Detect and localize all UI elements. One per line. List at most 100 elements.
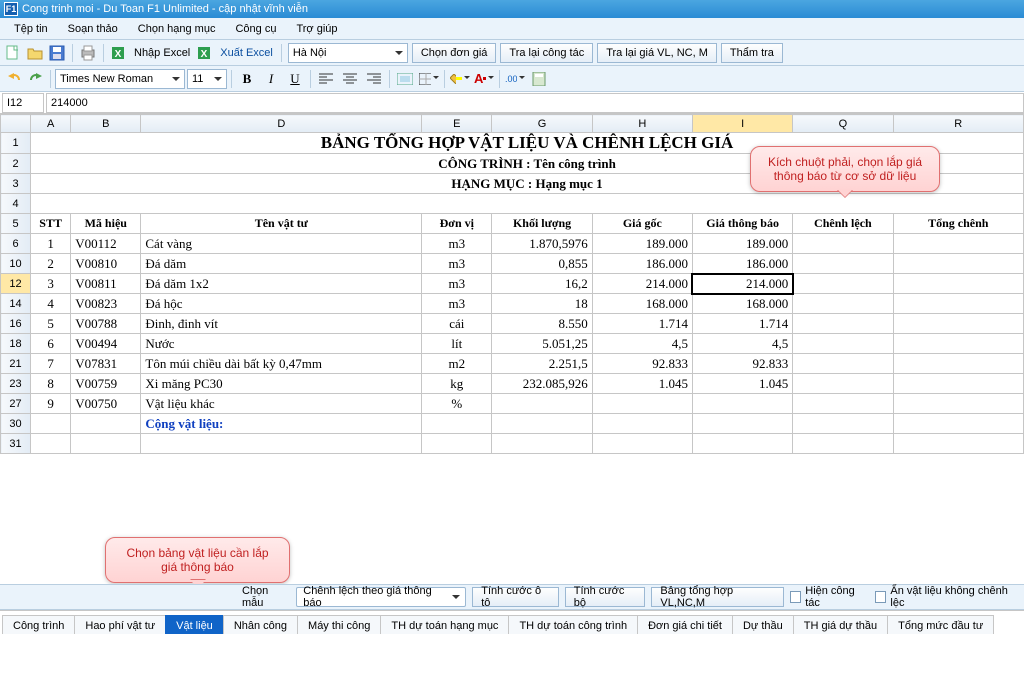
cell-diff[interactable] — [793, 374, 893, 394]
row-header[interactable]: 6 — [1, 234, 31, 254]
cell-notice-price[interactable]: 92.833 — [692, 354, 792, 374]
cell-stt[interactable]: 3 — [31, 274, 71, 294]
row-header[interactable]: 18 — [1, 334, 31, 354]
row-header[interactable]: 16 — [1, 314, 31, 334]
cell-code[interactable]: V00788 — [71, 314, 141, 334]
cell-name[interactable]: Đá dăm — [141, 254, 422, 274]
export-excel-link[interactable]: Xuất Excel — [218, 47, 275, 59]
bold-button[interactable]: B — [236, 69, 258, 89]
cell-qty[interactable]: 2.251,5 — [492, 354, 592, 374]
cell-total-diff[interactable] — [893, 334, 1023, 354]
cell-name[interactable]: Vật liệu khác — [141, 394, 422, 414]
font-color-button[interactable]: A — [473, 69, 495, 89]
cell-code[interactable]: V07831 — [71, 354, 141, 374]
cell-notice-price[interactable]: 186.000 — [692, 254, 792, 274]
row-header[interactable]: 10 — [1, 254, 31, 274]
cell-name[interactable]: Đá dăm 1x2 — [141, 274, 422, 294]
cell-unit[interactable]: lít — [422, 334, 492, 354]
choose-price-button[interactable]: Chọn đơn giá — [412, 43, 497, 63]
cell-code[interactable]: V00494 — [71, 334, 141, 354]
underline-button[interactable]: U — [284, 69, 306, 89]
menu-category[interactable]: Chọn hạng mục — [130, 21, 224, 37]
align-left-button[interactable] — [315, 69, 337, 89]
cell-orig-price[interactable]: 168.000 — [592, 294, 692, 314]
borders-button[interactable] — [418, 69, 440, 89]
cell-unit[interactable]: m3 — [422, 234, 492, 254]
cell-orig-price[interactable]: 186.000 — [592, 254, 692, 274]
col-header[interactable]: B — [71, 115, 141, 133]
col-header[interactable]: G — [492, 115, 592, 133]
sheet-tab[interactable]: Tổng mức đầu tư — [887, 615, 994, 634]
font-family-select[interactable]: Times New Roman — [55, 69, 185, 89]
cell-qty[interactable]: 0,855 — [492, 254, 592, 274]
align-center-button[interactable] — [339, 69, 361, 89]
cell-orig-price[interactable]: 92.833 — [592, 354, 692, 374]
hide-material-checkbox[interactable]: Ẩn vật liệu không chênh lệc — [875, 585, 1018, 609]
cell-diff[interactable] — [793, 314, 893, 334]
font-size-select[interactable]: 11 — [187, 69, 227, 89]
cell-qty[interactable]: 16,2 — [492, 274, 592, 294]
cell-qty[interactable]: 18 — [492, 294, 592, 314]
sheet-tab[interactable]: Vật liệu — [165, 615, 224, 634]
summary-table-button[interactable]: Bảng tổng hợp VL,NC,M — [651, 587, 783, 607]
cell-name[interactable]: Cát vàng — [141, 234, 422, 254]
sheet-tab[interactable]: Máy thi công — [297, 615, 381, 634]
cell-orig-price[interactable] — [592, 394, 692, 414]
show-work-checkbox[interactable]: Hiện công tác — [790, 585, 869, 609]
cell-diff[interactable] — [793, 274, 893, 294]
cell-total-diff[interactable] — [893, 274, 1023, 294]
cell-qty[interactable]: 232.085,926 — [492, 374, 592, 394]
region-dropdown[interactable]: Hà Nội — [288, 43, 408, 63]
cell-code[interactable]: V00750 — [71, 394, 141, 414]
fill-color-button[interactable] — [449, 69, 471, 89]
formula-input[interactable]: 214000 — [46, 93, 1024, 113]
save-icon[interactable] — [48, 44, 66, 62]
cell-notice-price[interactable]: 168.000 — [692, 294, 792, 314]
cell-stt[interactable]: 6 — [31, 334, 71, 354]
cell-notice-price[interactable] — [692, 394, 792, 414]
cell-total-diff[interactable] — [893, 234, 1023, 254]
name-box[interactable]: I12 — [2, 93, 44, 113]
open-icon[interactable] — [26, 44, 44, 62]
cell-code[interactable]: V00759 — [71, 374, 141, 394]
cell-orig-price[interactable]: 1.045 — [592, 374, 692, 394]
cell-total-diff[interactable] — [893, 294, 1023, 314]
cell-notice-price[interactable]: 1.045 — [692, 374, 792, 394]
sheet-tab[interactable]: Nhân công — [223, 615, 298, 634]
calc-truck-button[interactable]: Tính cước ô tô — [472, 587, 558, 607]
cell-diff[interactable] — [793, 394, 893, 414]
verify-button[interactable]: Thẩm tra — [721, 43, 783, 63]
row-header[interactable]: 12 — [1, 274, 31, 294]
row-header[interactable]: 21 — [1, 354, 31, 374]
cell-notice-price[interactable]: 1.714 — [692, 314, 792, 334]
retrace-price-button[interactable]: Tra lại giá VL, NC, M — [597, 43, 717, 63]
cell-diff[interactable] — [793, 254, 893, 274]
col-header[interactable]: A — [31, 115, 71, 133]
cell-diff[interactable] — [793, 334, 893, 354]
cell-orig-price[interactable]: 214.000 — [592, 274, 692, 294]
col-header[interactable]: E — [422, 115, 492, 133]
sheet-tab[interactable]: Công trình — [2, 615, 75, 634]
row-header[interactable]: 2 — [1, 154, 31, 174]
row-header[interactable]: 14 — [1, 294, 31, 314]
cell-name[interactable]: Tôn múi chiều dài bất kỳ 0,47mm — [141, 354, 422, 374]
sheet-tab[interactable]: Hao phí vật tư — [74, 615, 166, 634]
row-header[interactable]: 1 — [1, 133, 31, 154]
import-excel-label[interactable]: Nhập Excel — [132, 47, 192, 59]
cell-unit[interactable]: % — [422, 394, 492, 414]
cell-qty[interactable]: 5.051,25 — [492, 334, 592, 354]
menu-tools[interactable]: Công cụ — [227, 21, 284, 37]
cell-code[interactable]: V00823 — [71, 294, 141, 314]
retrace-work-button[interactable]: Tra lại công tác — [500, 43, 593, 63]
cell-unit[interactable]: cái — [422, 314, 492, 334]
spreadsheet-grid[interactable]: A B D E G H I Q R 1BẢNG TỔNG HỢP VẬT LIỆ… — [0, 114, 1024, 584]
cell-diff[interactable] — [793, 354, 893, 374]
cell-qty[interactable] — [492, 394, 592, 414]
col-header[interactable]: H — [592, 115, 692, 133]
cell-notice-price[interactable]: 4,5 — [692, 334, 792, 354]
italic-button[interactable]: I — [260, 69, 282, 89]
sheet-tab[interactable]: Dự thầu — [732, 615, 794, 634]
sheet-tab[interactable]: TH dự toán hạng mục — [380, 615, 509, 634]
cell-orig-price[interactable]: 4,5 — [592, 334, 692, 354]
cell-diff[interactable] — [793, 294, 893, 314]
